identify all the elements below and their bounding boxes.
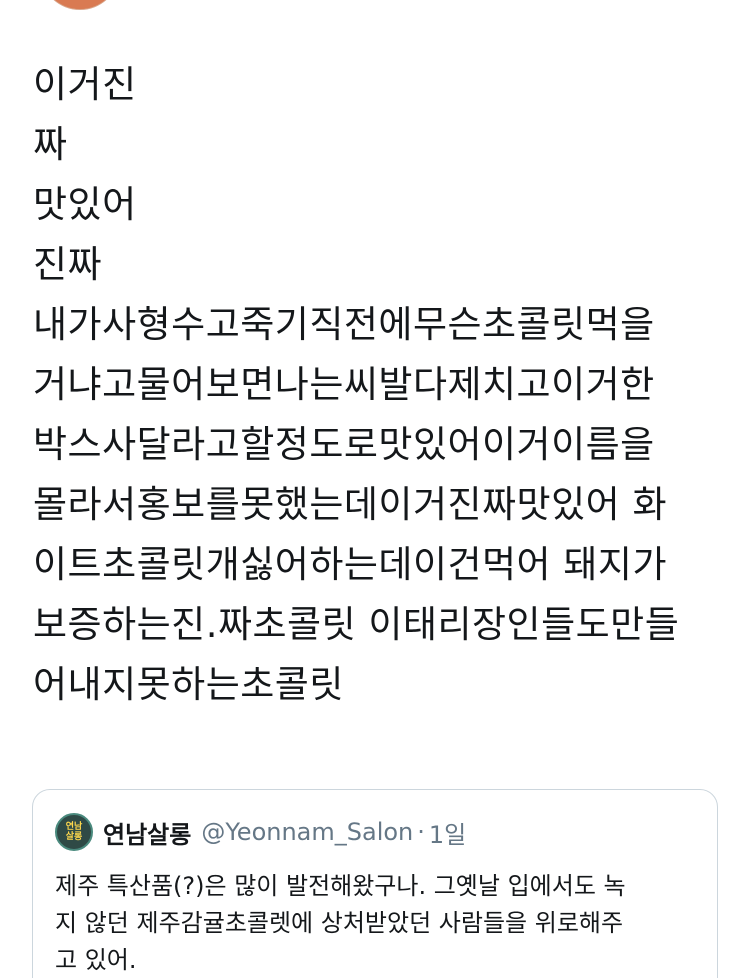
tweet-line: 보증하는진.짜초콜릿 이태리장인들도만들 <box>33 603 680 646</box>
quoted-tweet-line: 지 않던 제주감귤초콜렛에 상처받았던 사람들을 위로해주 <box>55 909 624 937</box>
tweet-line: 몰라서홍보를못했는데이거진짜맛있어 화 <box>33 483 667 526</box>
quoted-author-handle[interactable]: @Yeonnam_Salon <box>201 818 413 846</box>
quoted-tweet-line: 제주 특산품(?)은 많이 발전해왔구나. 그옛날 입에서도 녹 <box>55 872 626 900</box>
tweet-line: 진짜 <box>33 243 103 286</box>
tweet-page: 이거진 짜 맛있어 진짜 내가사형수고죽기직전에무슨초콜릿먹을 거냐고물어보면나… <box>0 0 750 978</box>
avatar-text: 연남 <box>65 822 83 832</box>
quoted-tweet-text: 제주 특산품(?)은 많이 발전해왔구나. 그옛날 입에서도 녹 지 않던 제주… <box>55 868 695 978</box>
tweet-line: 내가사형수고죽기직전에무슨초콜릿먹을 <box>33 303 655 346</box>
quoted-tweet-timestamp[interactable]: 1일 <box>429 815 466 850</box>
avatar-text: 살롱 <box>65 832 83 842</box>
tweet-line: 맛있어 <box>33 183 137 226</box>
quoted-tweet-header: 연남 살롱 연남살롱 @Yeonnam_Salon · 1일 <box>55 812 693 852</box>
quoted-tweet-card[interactable]: 연남 살롱 연남살롱 @Yeonnam_Salon · 1일 제주 특산품(?)… <box>32 789 718 978</box>
separator-dot: · <box>417 818 425 846</box>
tweet-line: 짜 <box>33 123 68 166</box>
tweet-line: 이트초콜릿개싫어하는데이건먹어 돼지가 <box>33 543 667 586</box>
tweet-text: 이거진 짜 맛있어 진짜 내가사형수고죽기직전에무슨초콜릿먹을 거냐고물어보면나… <box>33 55 723 715</box>
tweet-line: 어내지못하는초콜릿 <box>33 663 344 706</box>
tweet-line: 이거진 <box>33 63 137 106</box>
quoted-tweet-line: 고 있어. <box>55 946 137 974</box>
quoted-author-avatar[interactable]: 연남 살롱 <box>55 813 93 851</box>
tweet-line: 박스사달라고할정도로맛있어이거이름을 <box>33 423 655 466</box>
tweet-line: 거냐고물어보면나는씨발다제치고이거한 <box>33 363 655 406</box>
quoted-author-name[interactable]: 연남살롱 <box>103 815 191 850</box>
author-avatar[interactable] <box>40 0 120 10</box>
